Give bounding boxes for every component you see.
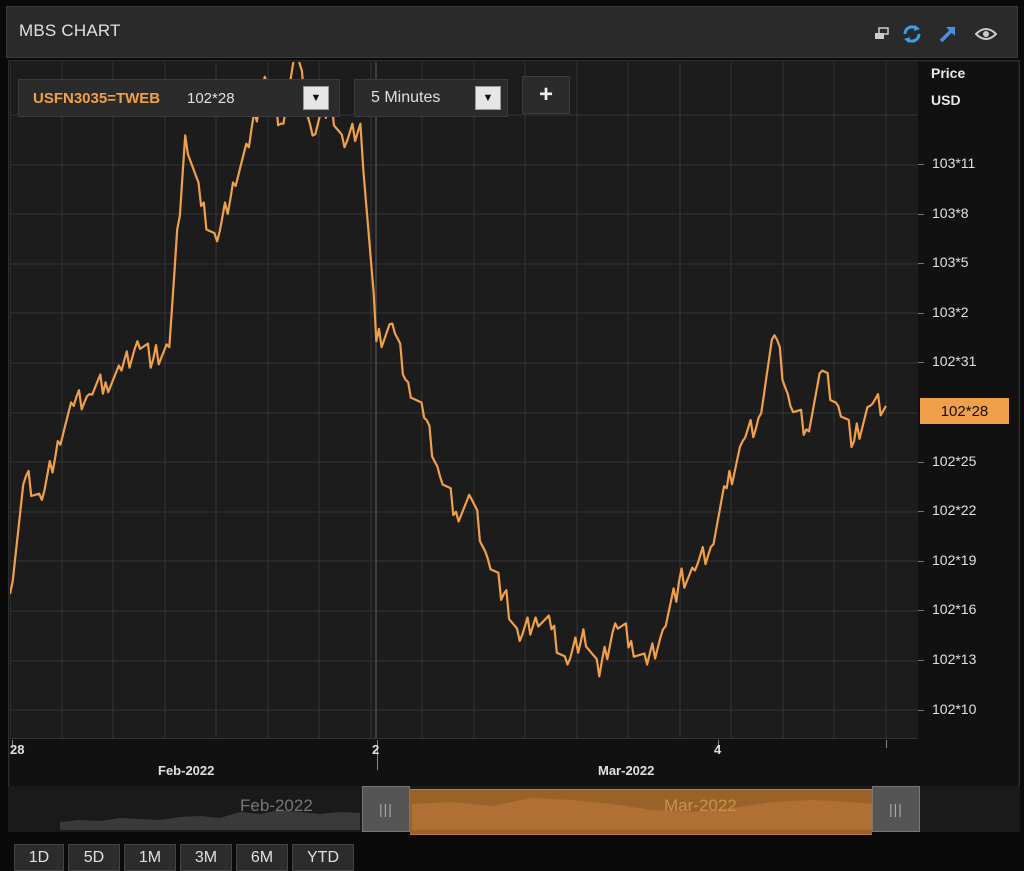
- ytick-label: 102*25: [932, 452, 977, 469]
- ytick-mark: [918, 610, 924, 612]
- xtick-sub-mar: Mar-2022: [598, 763, 655, 778]
- xtick-label-2: 2: [372, 742, 380, 757]
- range-1m-button[interactable]: 1M: [124, 844, 176, 871]
- ytick-mark: [918, 511, 924, 513]
- range-ytd-button[interactable]: YTD: [292, 844, 354, 871]
- price-chart-plot[interactable]: [10, 62, 918, 738]
- xtick-sub-feb: Feb-2022: [158, 763, 215, 778]
- ytick-label: 103*8: [932, 204, 969, 221]
- interval-value: 5 Minutes: [371, 89, 441, 106]
- ytick-label: 102*31: [932, 353, 977, 370]
- ytick-label: 102*22: [932, 502, 977, 519]
- ytick-label: 102*16: [932, 601, 977, 618]
- axis-header-price: Price: [931, 65, 966, 81]
- range-1d-button[interactable]: 1D: [14, 844, 64, 871]
- range-buttons: 1D 5D 1M 3M 6M YTD: [8, 836, 1020, 871]
- price-series-line: [10, 62, 887, 678]
- navigator-right-handle[interactable]: |||: [872, 786, 920, 832]
- window-title: MBS CHART: [19, 21, 121, 40]
- link-arrow-icon[interactable]: [937, 23, 959, 45]
- ytick-mark: [918, 660, 924, 661]
- ytick-mark: [918, 362, 924, 364]
- popout-icon[interactable]: [871, 23, 893, 45]
- ytick-mark: [918, 709, 924, 711]
- chevron-down-icon[interactable]: ▼: [475, 86, 501, 110]
- navigator-minichart-right: [412, 798, 872, 830]
- ytick-mark: [918, 213, 924, 215]
- instrument-selector[interactable]: USFN3035=TWEB 102*28 ▼: [18, 79, 340, 117]
- time-axis: [10, 738, 918, 786]
- add-series-button[interactable]: +: [522, 76, 570, 114]
- ytick-label: 103*2: [932, 303, 969, 320]
- navigator-label-mar: Mar-2022: [664, 796, 737, 815]
- navigator-label-feb: Feb-2022: [240, 796, 313, 815]
- interval-selector[interactable]: 5 Minutes ▼: [354, 79, 508, 117]
- navigator-minichart-left: [60, 810, 360, 830]
- ytick-mark: [918, 312, 924, 314]
- axis-header-currency: USD: [931, 92, 961, 108]
- ytick-label: 103*11: [932, 155, 976, 171]
- ytick-label: 102*13: [932, 651, 977, 667]
- ytick-label: 103*5: [932, 254, 969, 271]
- chevron-down-icon[interactable]: ▼: [303, 86, 329, 110]
- range-3m-button[interactable]: 3M: [180, 844, 232, 871]
- ytick-mark: [918, 461, 924, 463]
- title-bar: MBS CHART: [6, 6, 1018, 58]
- ytick-mark: [918, 560, 924, 562]
- ytick-label: 102*10: [932, 700, 977, 717]
- instrument-ric: USFN3035=TWEB: [33, 90, 161, 107]
- instrument-price: 102*28: [187, 90, 235, 107]
- navigator-left-handle[interactable]: |||: [362, 786, 410, 832]
- xtick-label-4: 4: [714, 742, 722, 757]
- ytick-mark: [918, 164, 924, 165]
- xtick-mark: [886, 740, 887, 748]
- range-5d-button[interactable]: 5D: [68, 844, 120, 871]
- ytick-mark: [918, 263, 924, 265]
- refresh-icon[interactable]: [901, 23, 923, 45]
- eye-icon[interactable]: [975, 23, 997, 45]
- range-6m-button[interactable]: 6M: [236, 844, 288, 871]
- last-price-label: 102*28: [920, 398, 1009, 424]
- ytick-label: 102*19: [932, 551, 977, 568]
- xtick-label-28: 28: [10, 742, 25, 757]
